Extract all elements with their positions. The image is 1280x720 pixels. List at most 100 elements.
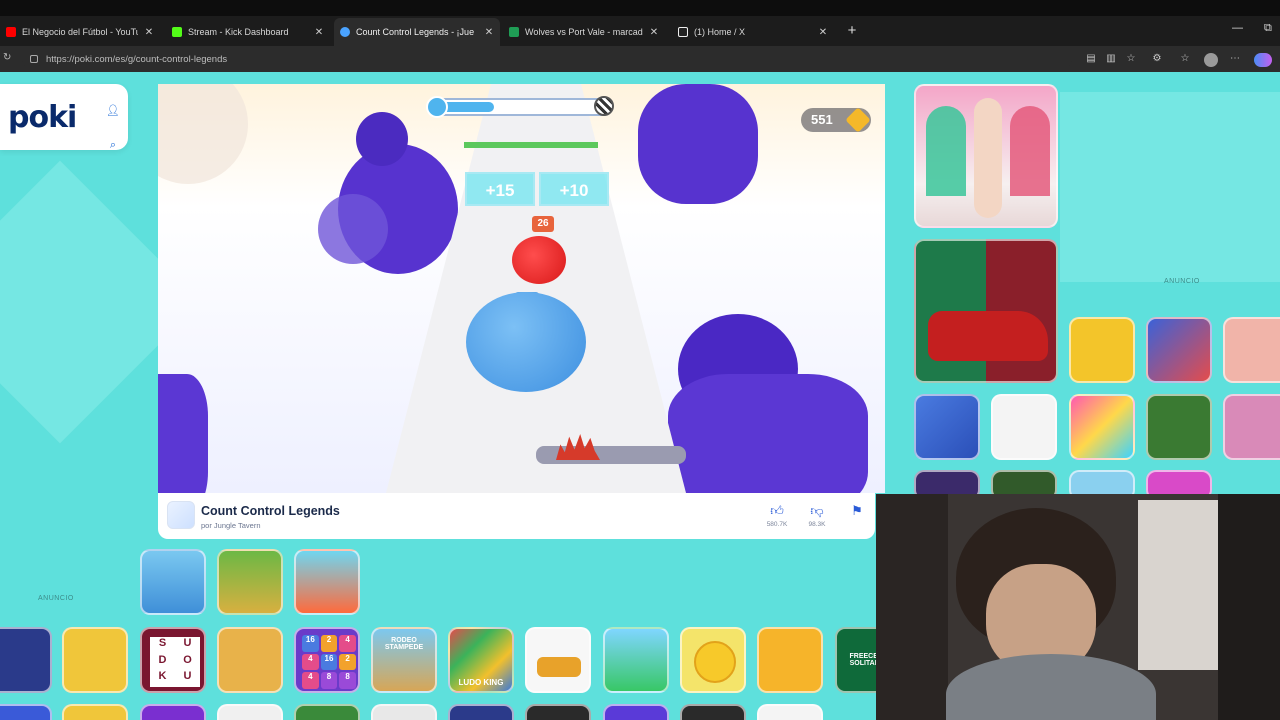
sudoku-letter: O <box>183 653 192 666</box>
game-thumb-row[interactable] <box>603 704 669 720</box>
game-thumb-money-car[interactable] <box>914 239 1058 383</box>
address-bar[interactable]: https://poki.com/es/g/count-control-lege… <box>22 50 1072 68</box>
game-thumb-row[interactable] <box>525 704 591 720</box>
search-icon[interactable]: ⌕ <box>106 138 120 152</box>
game-thumb-spartan[interactable] <box>62 627 128 693</box>
game-thumb-ludo-king[interactable]: LUDO KING <box>448 627 514 693</box>
sudoku-grid: S U D O K U <box>150 637 200 687</box>
favorites-icon[interactable]: ☆ <box>1179 53 1191 65</box>
game-thumb-boat[interactable] <box>294 549 360 615</box>
new-tab-button[interactable]: + <box>845 22 859 40</box>
minimize-button[interactable]: — <box>1232 22 1243 34</box>
game-thumb-dress-up[interactable] <box>914 84 1058 228</box>
close-tab-icon[interactable]: ✕ <box>484 27 494 38</box>
gate-plus-15: +15 <box>465 172 535 206</box>
game-thumb-harvest[interactable] <box>217 549 283 615</box>
game-thumb-rainbow[interactable] <box>1069 394 1135 460</box>
reading-mode-icon[interactable]: ▥ <box>1105 53 1117 65</box>
number-tile: 16 <box>320 653 338 671</box>
number-tile: 16 <box>302 635 319 652</box>
extensions-icon[interactable]: ⚙ <box>1151 53 1163 65</box>
game-thumb-talking-tom[interactable] <box>217 627 283 693</box>
more-menu-icon[interactable]: ⋯ <box>1229 53 1241 65</box>
sheets-icon <box>509 27 519 37</box>
tab-x[interactable]: (1) Home / X ✕ <box>672 18 834 46</box>
game-thumb-stickman-spear[interactable] <box>757 627 823 693</box>
game-thumb-geometry[interactable] <box>0 627 52 693</box>
close-tab-icon[interactable]: ✕ <box>649 27 659 38</box>
game-thumb-car-draw[interactable] <box>525 627 591 693</box>
game-thumb-row[interactable] <box>294 704 360 720</box>
tab-kick[interactable]: Stream - Kick Dashboard ✕ <box>166 18 330 46</box>
tab-title: El Negocio del Fútbol - YouTube <box>22 27 138 37</box>
coin-counter: 551 <box>801 107 871 133</box>
game-thumb-angry-face[interactable] <box>680 627 746 693</box>
tab-title: (1) Home / X <box>694 27 746 37</box>
tab-wolves[interactable]: Wolves vs Port Vale - marcador en ✕ <box>503 18 665 46</box>
game-developer[interactable]: por Jungle Tavern <box>201 521 260 530</box>
game-thumb-temple-run[interactable] <box>1146 394 1212 460</box>
close-tab-icon[interactable]: ✕ <box>314 27 324 38</box>
profile-avatar[interactable] <box>1204 53 1218 67</box>
sudoku-letter: U <box>183 670 192 683</box>
lock-icon <box>30 55 38 63</box>
like-button[interactable]: 👍︎ 580.7K <box>764 503 790 528</box>
number-tile: 2 <box>339 653 356 671</box>
game-thumb-soccer[interactable] <box>603 627 669 693</box>
reload-icon[interactable]: ↻ <box>3 52 15 64</box>
game-thumb-row[interactable] <box>217 704 283 720</box>
game-thumb-row[interactable] <box>371 704 437 720</box>
game-thumb-sudoku[interactable]: S U D O K U <box>140 627 206 693</box>
game-thumb-rodeo-stampede[interactable]: RODEO STAMPEDE <box>371 627 437 693</box>
game-icon <box>167 501 195 529</box>
game-thumb-row[interactable] <box>0 704 52 720</box>
background-shape <box>158 84 248 184</box>
game-thumb-word-game[interactable] <box>1223 394 1280 460</box>
tab-title: Stream - Kick Dashboard <box>188 27 289 37</box>
number-tile: 8 <box>320 672 338 689</box>
kick-icon <box>172 27 182 37</box>
maximize-button[interactable]: ⧉ <box>1264 22 1272 35</box>
coin-count: 551 <box>811 112 833 127</box>
tab-count-control[interactable]: Count Control Legends - ¡Jue ✕ <box>334 18 500 46</box>
poki-logo[interactable]: poki <box>8 100 77 135</box>
game-canvas[interactable]: +15 +10 26 91 551 <box>158 84 885 493</box>
tab-title: Count Control Legends - ¡Jue <box>356 27 475 37</box>
number-grid: 16 2 4 4 16 2 4 8 8 <box>302 635 356 689</box>
copilot-icon[interactable] <box>1254 53 1272 67</box>
game-thumb-row[interactable] <box>680 704 746 720</box>
enemy-crowd <box>512 236 566 284</box>
webcam-shirt <box>946 654 1156 720</box>
close-tab-icon[interactable]: ✕ <box>818 27 828 38</box>
user-icon[interactable]: 👤︎ <box>106 104 120 118</box>
background-shape <box>1060 92 1280 282</box>
reader-icon[interactable]: ▤ <box>1085 53 1097 65</box>
game-thumb-crowd[interactable] <box>1146 317 1212 383</box>
game-thumb-makeup[interactable] <box>1223 317 1280 383</box>
url-text: https://poki.com/es/g/count-control-lege… <box>46 53 228 65</box>
report-flag-icon[interactable]: ⚑ <box>844 503 870 519</box>
close-tab-icon[interactable]: ✕ <box>144 27 154 38</box>
game-thumb-row[interactable] <box>448 704 514 720</box>
tab-youtube[interactable]: El Negocio del Fútbol - YouTube ✕ <box>0 18 160 46</box>
x-icon <box>678 27 688 37</box>
purple-obstacle <box>158 374 208 493</box>
game-thumb-stack[interactable] <box>140 549 206 615</box>
number-tile: 8 <box>339 672 356 689</box>
game-thumb-row[interactable] <box>62 704 128 720</box>
game-thumb-2048[interactable]: 16 2 4 4 16 2 4 8 8 <box>294 627 360 693</box>
game-thumb-jump[interactable] <box>1069 317 1135 383</box>
sudoku-letter: S <box>158 637 167 649</box>
dress-left <box>926 106 966 196</box>
game-thumb-stickman[interactable] <box>991 394 1057 460</box>
favorite-star-icon[interactable]: ☆ <box>1125 53 1137 65</box>
finish-flag-icon <box>594 96 614 116</box>
game-thumb-row[interactable] <box>757 704 823 720</box>
webcam-overlay <box>876 494 1280 720</box>
game-thumb-row[interactable] <box>140 704 206 720</box>
game-thumb-weapons[interactable] <box>914 394 980 460</box>
number-tile: 4 <box>339 635 356 652</box>
dislike-button[interactable]: 👎︎ 98.3K <box>804 503 830 528</box>
saw-trap <box>536 434 686 464</box>
poki-favicon-icon <box>340 27 350 37</box>
